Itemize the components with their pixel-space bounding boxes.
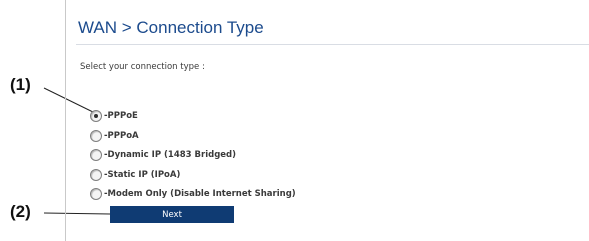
title-divider xyxy=(76,44,589,45)
option-dynamic-ip-label: -Dynamic IP (1483 Bridged) xyxy=(104,150,237,160)
option-static-ip-label: -Static IP (IPoA) xyxy=(104,170,181,180)
option-pppoa-label: -PPPoA xyxy=(104,131,139,141)
option-modem-only[interactable]: -Modem Only (Disable Internet Sharing) xyxy=(90,186,296,202)
option-pppoa[interactable]: -PPPoA xyxy=(90,128,139,144)
option-static-ip[interactable]: -Static IP (IPoA) xyxy=(90,167,180,183)
content-panel: WAN > Connection Type Select your connec… xyxy=(65,0,589,241)
callout-label-2: (2) xyxy=(10,202,31,221)
radio-modem-only[interactable] xyxy=(90,188,102,200)
radio-pppoa[interactable] xyxy=(90,130,102,142)
next-button[interactable]: Next xyxy=(110,206,234,223)
radio-static-ip[interactable] xyxy=(90,169,102,181)
option-modem-only-label: -Modem Only (Disable Internet Sharing) xyxy=(104,189,296,199)
option-pppoe[interactable]: -PPPoE xyxy=(90,108,138,124)
radio-pppoe[interactable] xyxy=(90,110,102,122)
callout-label-1: (1) xyxy=(10,75,31,94)
option-dynamic-ip[interactable]: -Dynamic IP (1483 Bridged) xyxy=(90,147,236,163)
connection-type-prompt: Select your connection type : xyxy=(80,62,205,72)
option-pppoe-label: -PPPoE xyxy=(104,111,138,121)
page-title: WAN > Connection Type xyxy=(78,18,264,37)
radio-dynamic-ip[interactable] xyxy=(90,149,102,161)
